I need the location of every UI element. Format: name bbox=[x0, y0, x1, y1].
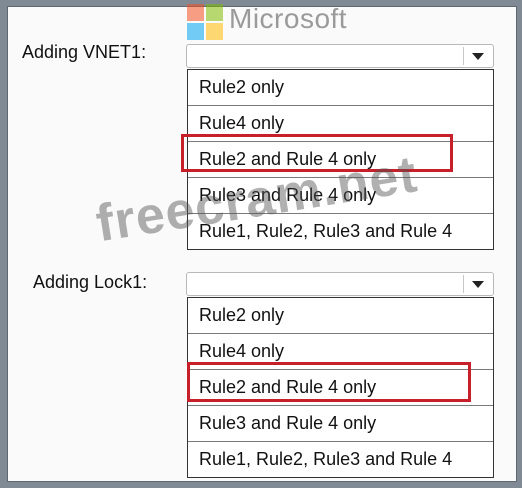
vnet1-label: Adding VNET1: bbox=[22, 42, 147, 62]
vnet1-option-rule2-only[interactable]: Rule2 only bbox=[188, 70, 493, 106]
microsoft-logo-icon bbox=[187, 4, 223, 40]
chevron-down-icon bbox=[472, 53, 484, 60]
lock1-dropdown[interactable] bbox=[186, 272, 494, 296]
lock1-option-rule3-rule4[interactable]: Rule3 and Rule 4 only bbox=[188, 406, 493, 442]
lock1-option-all-rules[interactable]: Rule1, Rule2, Rule3 and Rule 4 bbox=[188, 442, 493, 477]
chevron-down-icon bbox=[472, 281, 484, 288]
lock1-option-rule2-only[interactable]: Rule2 only bbox=[188, 298, 493, 334]
microsoft-logo-text: Microsoft bbox=[229, 3, 348, 34]
vnet1-dropdown[interactable] bbox=[186, 44, 494, 68]
lock1-answer-highlight bbox=[187, 362, 471, 402]
microsoft-logo: Microsoft bbox=[187, 1, 522, 41]
lock1-label: Adding Lock1: bbox=[33, 272, 148, 292]
